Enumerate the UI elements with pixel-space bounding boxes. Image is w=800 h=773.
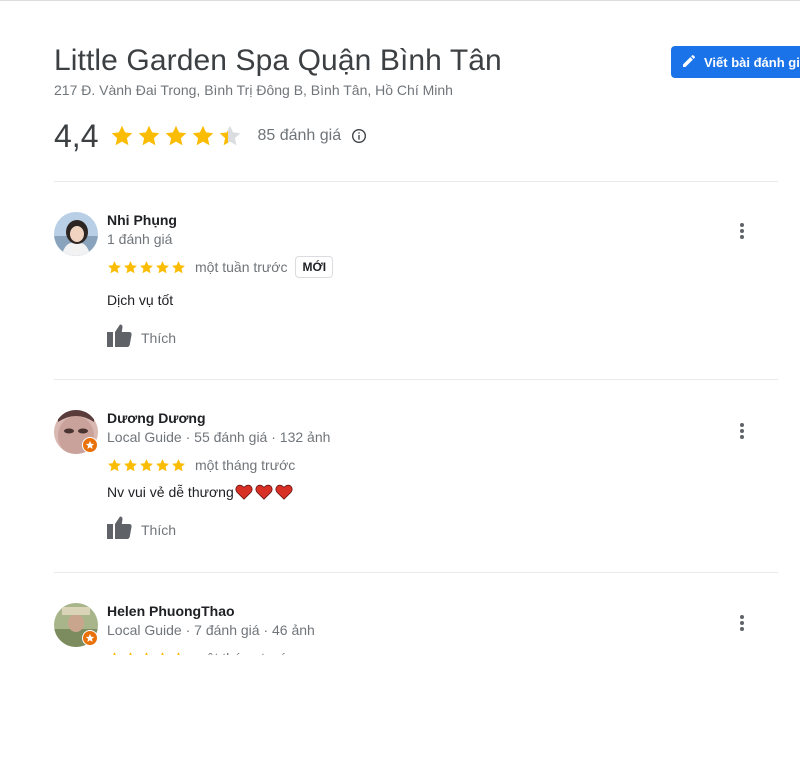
rating-value: 4,4 [54,117,99,154]
star-icon [172,260,185,273]
overall-rating: 4,4 85 đánh giá [54,116,367,156]
star-icon [156,458,169,471]
star-icon [140,458,153,471]
like-button[interactable]: Thích [107,323,176,352]
review-rating: một tuần trước MỚI [107,256,334,278]
top-border [0,0,800,1]
like-label: Thích [141,521,177,538]
more-options-icon[interactable] [734,612,750,634]
thumbs-up-icon [107,323,133,352]
review-time: một tuần trước [195,259,288,275]
star-icon [108,458,121,471]
star-icon [193,125,214,146]
star-icon [139,125,160,146]
reviewer-meta: Local Guide · 55 đánh giá · 132 ảnh [107,429,331,445]
review-text: Dịch vụ tốt [107,292,174,308]
star-icon [220,125,241,146]
new-badge: MỚI [295,256,334,278]
like-label: Thích [141,329,177,346]
avatar[interactable] [54,212,98,256]
like-button[interactable]: Thích [107,515,176,544]
divider [54,379,778,380]
star-icon [112,125,133,146]
review-item: Nhi Phụng 1 đánh giá một tuần trước MỚI … [54,212,778,382]
star-icon [124,260,137,273]
rating-stars [110,124,245,148]
review-stars [107,458,187,473]
more-options-icon[interactable] [734,420,750,442]
place-address: 217 Đ. Vành Đai Trong, Bình Trị Đông B, … [54,82,453,98]
heart-icon [275,484,293,500]
more-options-icon[interactable] [734,220,750,242]
review-count[interactable]: 85 đánh giá [257,127,341,145]
review-rating: một tháng trước [107,454,295,476]
star-icon [166,125,187,146]
star-icon [172,458,185,471]
local-guide-badge-icon [82,630,98,646]
heart-icon [255,484,273,500]
star-icon [108,260,121,273]
reviewer-name[interactable]: Nhi Phụng [107,212,177,228]
reviewer-meta: Local Guide · 7 đánh giá · 46 ảnh [107,622,315,638]
reviewer-name[interactable]: Dương Dương [107,410,206,426]
local-guide-badge-icon [82,437,98,453]
pencil-icon [681,53,704,72]
star-icon [156,260,169,273]
review-text: Nv vui vẻ dễ thương [107,484,234,500]
review-time: một tháng trước [195,457,296,473]
divider [54,181,778,182]
star-icon [124,458,137,471]
star-icon [140,260,153,273]
review-stars [107,260,187,275]
write-review-label: Viết bài đánh giá [704,54,800,70]
thumbs-up-icon [107,515,133,544]
divider [54,572,778,573]
heart-icon [235,484,253,500]
review-text-row: Nv vui vẻ dễ thương [107,484,293,500]
review-item: Dương Dương Local Guide · 55 đánh giá · … [54,410,778,580]
info-icon[interactable] [351,128,367,144]
reviewer-name[interactable]: Helen PhuongThao [107,603,235,619]
viewport-cutoff [0,655,800,698]
place-title: Little Garden Spa Quận Bình Tân [54,44,502,77]
reviewer-meta: 1 đánh giá [107,231,173,247]
write-review-button[interactable]: Viết bài đánh giá [671,46,800,78]
